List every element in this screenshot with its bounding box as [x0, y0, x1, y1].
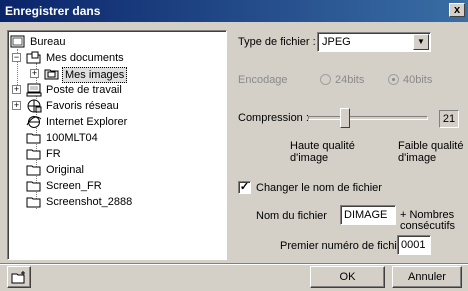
bottom-separator — [0, 263, 468, 265]
first-number-label: Premier numéro de fichier — [280, 240, 407, 252]
tree-item-label: Screenshot_2888 — [46, 196, 133, 208]
chevron-down-icon[interactable]: ▼ — [413, 34, 429, 50]
folder-icon — [26, 149, 41, 160]
filename-input[interactable] — [340, 205, 396, 225]
tree-item-label: Favoris réseau — [46, 100, 119, 112]
tree-item-label: Poste de travail — [46, 84, 122, 96]
close-icon: x — [453, 4, 461, 16]
tree-item-label: Internet Explorer — [46, 116, 128, 128]
compression-slider-thumb[interactable] — [340, 108, 350, 128]
file-type-select[interactable]: JPEG ▼ — [317, 32, 431, 52]
expand-toggle[interactable]: + — [30, 69, 39, 78]
folder-icon — [26, 133, 41, 144]
tree-item-label: Screen_FR — [46, 180, 102, 192]
file-type-value: JPEG — [322, 36, 351, 48]
tree-item-mes-images[interactable]: + Mes images — [30, 67, 210, 83]
encoding-40bits-radio[interactable] — [388, 74, 399, 85]
encoding-24bits-radio[interactable] — [320, 74, 331, 85]
my-computer-icon — [26, 83, 42, 97]
encoding-label: Encodage — [238, 74, 288, 86]
first-number-input[interactable] — [397, 235, 431, 255]
encoding-40bits-label: 40bits — [403, 74, 433, 86]
collapse-toggle[interactable]: − — [12, 53, 21, 62]
rename-checkbox-label: Changer le nom de fichier — [256, 182, 382, 194]
tree-item-label: Mes documents — [46, 52, 124, 64]
compression-value: 21 — [439, 110, 459, 128]
numbers-note: + Nombres consécutifs — [400, 209, 456, 232]
my-documents-folder-icon — [26, 51, 41, 64]
low-quality-label: Faible qualité d'image — [398, 140, 464, 164]
expand-toggle[interactable]: + — [12, 101, 21, 110]
cancel-button[interactable]: Annuler — [392, 266, 462, 288]
folder-icon — [26, 197, 41, 208]
folder-icon — [26, 181, 41, 192]
my-pictures-folder-icon — [44, 69, 59, 80]
tree-item-label: Bureau — [30, 36, 66, 48]
tree-item-label: 100MLT04 — [46, 132, 98, 144]
tree-item-favoris-reseau[interactable]: + Favoris réseau — [12, 99, 212, 113]
tree-item-bureau[interactable]: Bureau — [10, 35, 210, 49]
tree-item-folder[interactable]: Original — [26, 163, 216, 177]
network-places-icon — [27, 99, 42, 113]
desktop-icon — [10, 35, 25, 48]
tree-item-folder[interactable]: 100MLT04 — [26, 131, 216, 145]
tree-item-mes-documents[interactable]: − Mes documents — [12, 51, 212, 65]
window-title: Enregistrer dans — [5, 4, 101, 18]
filename-label: Nom du fichier — [256, 210, 327, 222]
tree-item-internet-explorer[interactable]: Internet Explorer — [26, 115, 216, 129]
tree-item-poste-de-travail[interactable]: + Poste de travail — [12, 83, 212, 97]
close-button[interactable]: x — [449, 3, 465, 17]
folder-tree[interactable]: Bureau − Mes documents + Mes images + Po… — [7, 30, 227, 260]
ok-button[interactable]: OK — [310, 266, 385, 288]
tree-item-folder[interactable]: Screen_FR — [26, 179, 216, 193]
new-folder-button[interactable] — [7, 266, 31, 288]
file-type-label: Type de fichier : — [238, 36, 316, 48]
tree-item-folder[interactable]: Screenshot_2888 — [26, 195, 216, 209]
tree-item-label: Mes images — [62, 67, 128, 83]
title-bar: Enregistrer dans x — [0, 0, 468, 22]
new-folder-icon — [11, 271, 25, 284]
folder-icon — [26, 165, 41, 176]
compression-label: Compression : — [238, 112, 309, 124]
compression-slider-track[interactable] — [308, 116, 428, 120]
tree-item-label: FR — [46, 148, 61, 160]
expand-toggle[interactable]: + — [12, 85, 21, 94]
encoding-24bits-label: 24bits — [335, 74, 365, 86]
internet-explorer-icon — [26, 116, 42, 128]
high-quality-label: Haute qualité d'image — [290, 140, 355, 164]
tree-item-folder[interactable]: FR — [26, 147, 216, 161]
rename-checkbox[interactable]: ✓ — [238, 181, 251, 194]
tree-item-label: Original — [46, 164, 84, 176]
